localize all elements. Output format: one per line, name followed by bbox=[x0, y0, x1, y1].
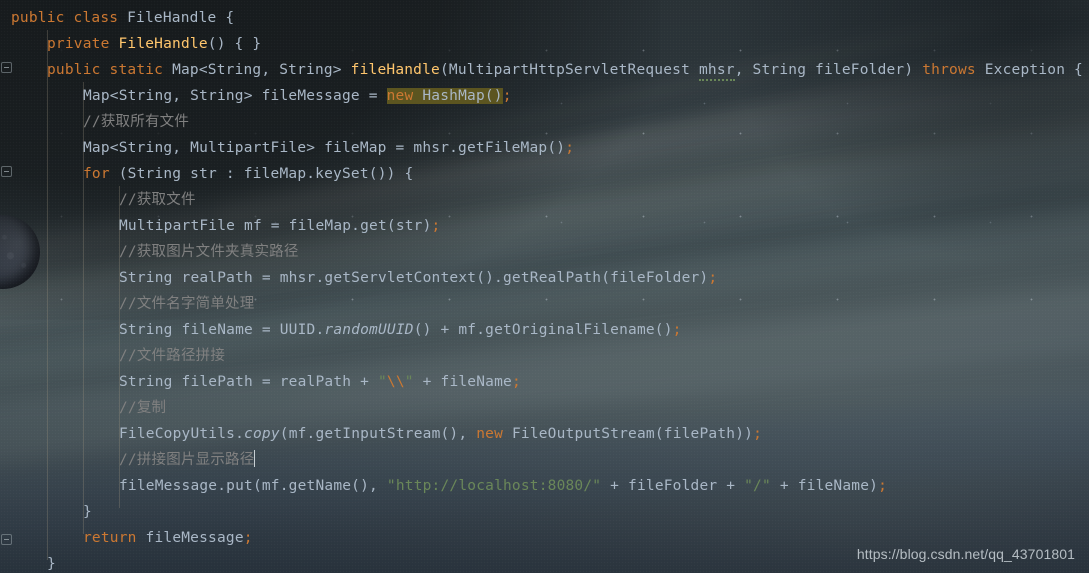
code-line[interactable]: public class FileHandle { bbox=[0, 5, 1083, 31]
code-line[interactable]: String filePath = realPath + "\\" + file… bbox=[0, 369, 1083, 395]
code-token: String filePath = realPath + bbox=[119, 374, 378, 390]
code-token: String fileName = UUID. bbox=[119, 322, 325, 338]
code-token: new bbox=[476, 426, 504, 442]
code-token: () + mf.getOriginalFilename() bbox=[413, 322, 673, 338]
code-token: //复制 bbox=[119, 400, 167, 416]
code-token: mhsr bbox=[698, 62, 735, 81]
code-token: ; bbox=[708, 270, 718, 286]
code-line[interactable]: FileCopyUtils.copy(mf.getInputStream(), … bbox=[0, 421, 1083, 447]
code-token: ; bbox=[672, 322, 682, 338]
code-area[interactable]: public class FileHandle {private FileHan… bbox=[0, 0, 1083, 573]
code-token: //获取文件 bbox=[119, 192, 196, 208]
code-token: ; bbox=[565, 140, 575, 156]
code-token: } bbox=[47, 556, 56, 572]
code-token: ; bbox=[502, 88, 512, 104]
code-token: + fileName) bbox=[770, 478, 879, 494]
code-line[interactable]: //拼接图片显示路径 bbox=[0, 447, 1083, 473]
code-line[interactable]: //获取图片文件夹真实路径 bbox=[0, 239, 1083, 265]
code-token: Exception bbox=[984, 62, 1066, 78]
code-line[interactable]: MultipartFile mf = fileMap.get(str); bbox=[0, 213, 1083, 239]
code-token: fileMessage bbox=[136, 530, 244, 546]
code-line[interactable]: //文件名字简单处理 bbox=[0, 291, 1083, 317]
code-token: " bbox=[404, 374, 414, 390]
code-token: () bbox=[484, 88, 503, 104]
code-token: //文件名字简单处理 bbox=[119, 296, 255, 312]
code-token: static bbox=[109, 62, 164, 78]
code-token: ; bbox=[431, 218, 441, 234]
code-token: fileMessage.put(mf.getName(), bbox=[119, 478, 387, 494]
code-token: \\ bbox=[386, 374, 405, 390]
code-line[interactable]: Map<String, String> fileMessage = new Ha… bbox=[0, 83, 1083, 109]
code-editor[interactable]: public class FileHandle {private FileHan… bbox=[0, 0, 1089, 573]
code-token: FileCopyUtils. bbox=[119, 426, 245, 442]
code-token: "http://localhost:8080/" bbox=[386, 478, 602, 494]
code-token: MultipartFile mf = fileMap.get(str) bbox=[119, 218, 432, 234]
screenshot-root: public class FileHandle {private FileHan… bbox=[0, 0, 1089, 573]
code-token: , String fileFolder) bbox=[734, 62, 923, 78]
code-token: public bbox=[47, 62, 101, 78]
code-token: return bbox=[83, 530, 137, 546]
code-token: Map<String, String> fileMessage = bbox=[83, 88, 387, 104]
code-token: //拼接图片显示路径 bbox=[119, 452, 255, 468]
code-token: new bbox=[386, 88, 414, 104]
code-token: randomUUID bbox=[324, 322, 414, 338]
code-token: String realPath = mhsr.getServletContext… bbox=[119, 270, 709, 286]
code-token: fileHandle bbox=[350, 62, 440, 78]
code-token: throws bbox=[922, 62, 976, 78]
code-token: private bbox=[47, 36, 110, 52]
code-token: } bbox=[83, 504, 92, 520]
code-token: ; bbox=[511, 374, 521, 390]
code-token: public bbox=[11, 10, 65, 26]
code-token: class bbox=[73, 10, 119, 26]
code-line[interactable]: //获取文件 bbox=[0, 187, 1083, 213]
code-token: ; bbox=[878, 478, 888, 494]
code-token: (mf.getInputStream(), bbox=[279, 426, 477, 442]
code-line[interactable]: //获取所有文件 bbox=[0, 109, 1083, 135]
code-token: copy bbox=[244, 426, 280, 442]
code-token: HashMap bbox=[422, 88, 485, 104]
code-token: + fileFolder + bbox=[601, 478, 745, 494]
code-token: { bbox=[1065, 62, 1083, 78]
text-caret bbox=[254, 450, 256, 467]
code-token: for bbox=[83, 166, 110, 182]
code-line[interactable]: //文件路径拼接 bbox=[0, 343, 1083, 369]
code-token: FileOutputStream(filePath)) bbox=[503, 426, 754, 442]
code-token: FileHandle bbox=[118, 36, 208, 52]
code-token: //文件路径拼接 bbox=[119, 348, 226, 364]
code-line[interactable]: for (String str : fileMap.keySet()) { bbox=[0, 161, 1083, 187]
code-line[interactable]: public static Map<String, String> fileHa… bbox=[0, 57, 1083, 83]
code-line[interactable]: Map<String, MultipartFile> fileMap = mhs… bbox=[0, 135, 1083, 161]
code-token: (String str : fileMap.keySet()) { bbox=[109, 166, 414, 182]
code-token: () { } bbox=[207, 36, 262, 52]
code-token: (MultipartHttpServletRequest bbox=[439, 62, 699, 78]
code-token: FileHandle bbox=[127, 10, 217, 26]
code-token: Map<String, MultipartFile> fileMap = mhs… bbox=[83, 140, 566, 156]
code-token: { bbox=[216, 10, 235, 26]
code-line[interactable]: fileMessage.put(mf.getName(), "http://lo… bbox=[0, 473, 1083, 499]
code-line[interactable]: private FileHandle() { } bbox=[0, 31, 1083, 57]
code-token: + fileName bbox=[413, 374, 512, 390]
code-token: ; bbox=[753, 426, 763, 442]
code-token: "/" bbox=[744, 478, 771, 494]
code-line[interactable]: //复制 bbox=[0, 395, 1083, 421]
csdn-watermark: https://blog.csdn.net/qq_43701801 bbox=[856, 546, 1075, 562]
code-token: ; bbox=[243, 530, 253, 546]
code-line[interactable]: } bbox=[0, 499, 1083, 525]
code-line[interactable]: String realPath = mhsr.getServletContext… bbox=[0, 265, 1083, 291]
code-token: Map<String, String> bbox=[172, 62, 351, 78]
code-token: //获取所有文件 bbox=[83, 114, 190, 130]
code-token: //获取图片文件夹真实路径 bbox=[119, 244, 299, 260]
code-token: " bbox=[377, 374, 387, 390]
code-line[interactable]: String fileName = UUID.randomUUID() + mf… bbox=[0, 317, 1083, 343]
